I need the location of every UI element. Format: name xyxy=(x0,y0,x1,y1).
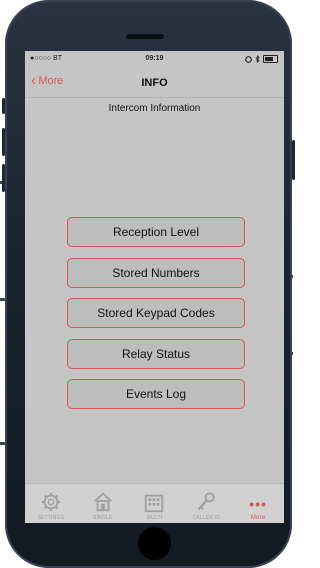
tab-multi[interactable]: MULTI xyxy=(129,484,181,523)
reception-level-button[interactable]: Reception Level xyxy=(67,217,245,247)
earpiece-speaker xyxy=(126,34,164,39)
status-indicators xyxy=(245,55,278,63)
volume-up-button xyxy=(2,128,5,156)
battery-icon xyxy=(263,55,278,63)
navigation-bar: ‹ More INFO xyxy=(25,69,284,98)
phone-frame: ●○○○○ BT 09:19 ‹ More INFO Intercom Info… xyxy=(2,0,295,568)
page-title: INFO xyxy=(141,77,168,89)
tab-label: More xyxy=(250,515,266,521)
status-bar: ●○○○○ BT 09:19 xyxy=(25,51,284,67)
app-screen: ●○○○○ BT 09:19 ‹ More INFO Intercom Info… xyxy=(25,51,284,523)
home-button[interactable] xyxy=(138,527,171,560)
stored-keypad-codes-button[interactable]: Stored Keypad Codes xyxy=(67,298,245,328)
more-dots-icon: ••• xyxy=(249,496,267,512)
tab-label: SINGLE xyxy=(92,515,113,521)
tab-label: CALLER ID xyxy=(192,515,221,521)
section-subtitle: Intercom Information xyxy=(108,103,201,114)
tab-caller-id[interactable]: CALLER ID xyxy=(180,484,232,523)
tab-more[interactable]: ••• More xyxy=(232,484,284,523)
mute-switch xyxy=(2,98,5,114)
stored-numbers-button[interactable]: Stored Numbers xyxy=(67,258,245,288)
key-icon xyxy=(198,492,215,511)
bluetooth-icon xyxy=(255,55,260,63)
tab-single[interactable]: SINGLE xyxy=(77,484,129,523)
tab-label: SETTINGS xyxy=(37,515,65,521)
building-icon xyxy=(145,494,164,513)
tab-label: MULTI xyxy=(146,515,163,521)
volume-down-button xyxy=(2,164,5,192)
alarm-icon xyxy=(245,55,252,63)
tab-settings[interactable]: SETTINGS xyxy=(25,484,77,523)
gear-icon xyxy=(41,492,61,512)
events-log-button[interactable]: Events Log xyxy=(67,379,245,409)
tab-bar: SETTINGS SINGLE MULTI CALLER ID ••• More xyxy=(25,483,284,523)
power-button xyxy=(292,140,295,180)
house-icon xyxy=(93,492,112,512)
relay-status-button[interactable]: Relay Status xyxy=(67,339,245,369)
